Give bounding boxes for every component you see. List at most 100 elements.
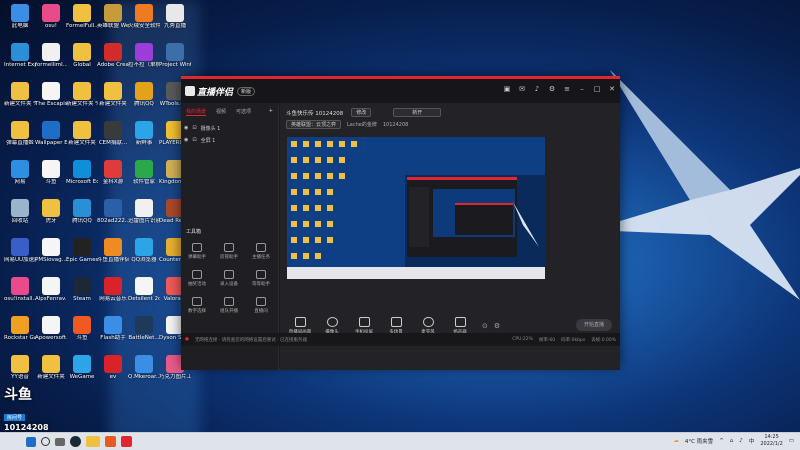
desktop-icon[interactable]: 火绒安全软件 — [128, 2, 160, 46]
volume-icon[interactable]: ♪ — [739, 438, 743, 444]
tool-danmu[interactable]: 弹幕助手 — [181, 243, 213, 260]
settings-icon[interactable]: ⚙ — [548, 85, 556, 93]
desktop-icon[interactable]: QQ浏览器 — [128, 236, 160, 280]
tool-admin[interactable]: 房管助手 — [213, 243, 245, 260]
desktop-icon[interactable]: 斗鱼直播伴侣 — [97, 236, 129, 280]
add-scene-button[interactable]: + — [269, 108, 273, 116]
edit-title-button[interactable]: 修改 — [351, 108, 372, 117]
tool-task[interactable]: 主播任务 — [245, 243, 277, 260]
maximize-icon[interactable]: □ — [593, 85, 601, 93]
record-icon[interactable]: ⊙ — [482, 322, 488, 330]
desktop-icon[interactable]: 802ad222... — [97, 197, 129, 241]
microphone-button[interactable]: 麦克风 — [416, 316, 440, 335]
desktop-icon[interactable]: BattleNet... — [128, 314, 160, 358]
input-language[interactable]: 中 — [749, 437, 755, 445]
close-icon[interactable]: ✕ — [608, 85, 616, 93]
desktop-icon[interactable]: 金科X游 — [97, 158, 129, 202]
category-button[interactable]: 新开 — [393, 108, 442, 117]
search-icon[interactable] — [41, 437, 50, 446]
multi-scene-button[interactable]: 多场景 — [384, 316, 408, 335]
desktop-icon[interactable]: formelliml... — [35, 41, 67, 85]
desktop-icon[interactable]: 回收站 — [4, 197, 36, 241]
bell-icon[interactable]: ♪ — [533, 85, 541, 93]
chevron-up-icon[interactable]: ^ — [719, 438, 724, 444]
version-badge[interactable]: 新版 — [237, 86, 256, 96]
desktop-icon[interactable]: 腾讯QQ — [128, 80, 160, 124]
stream-preview[interactable] — [287, 137, 545, 279]
message-icon[interactable]: ✉ — [518, 85, 526, 93]
desktop-icon[interactable]: Global — [66, 41, 98, 85]
desktop-icon[interactable]: AlpsFenrav... — [35, 275, 67, 319]
eye-icon[interactable]: ◉ — [184, 125, 188, 131]
lock-icon[interactable]: ⊡ — [192, 137, 196, 143]
desktop-icon[interactable]: FormelFull... — [66, 2, 98, 46]
weather-text[interactable]: 4°C 雨夹雪 — [685, 437, 713, 445]
desktop-icon[interactable]: 斗鱼 — [66, 314, 98, 358]
desktop-icon[interactable]: CEM捐献... — [97, 119, 129, 163]
network-icon[interactable]: ⌂ — [730, 438, 734, 444]
tab-options[interactable]: 可选项 — [236, 108, 251, 116]
desktop-icon[interactable]: Microsoft Edge — [66, 158, 98, 202]
clock[interactable]: 14:25 2022/1/2 — [760, 434, 782, 448]
desktop-icon[interactable]: 网易 — [4, 158, 36, 202]
desktop-icon[interactable]: 网易UU加速器 — [4, 236, 36, 280]
game-category[interactable]: 英雄联盟：云顶之弈 — [286, 120, 342, 129]
minimize-icon[interactable]: – — [578, 85, 586, 93]
start-stream-button[interactable]: 开始直播 — [576, 319, 612, 331]
desktop-icon[interactable]: 拉不拉（单机游戏修改器） — [128, 41, 160, 85]
desktop-icon[interactable]: 新建文件夹 — [97, 80, 129, 124]
desktop-icon[interactable]: 斗鱼 — [35, 158, 67, 202]
taskview-icon[interactable] — [55, 437, 65, 446]
desktop-icon[interactable]: 英雄联盟 WeGame版 — [97, 2, 129, 46]
desktop-icon[interactable]: Steam — [66, 275, 98, 319]
desktop-icon[interactable]: PMSiovag... — [35, 236, 67, 280]
desktop-icon[interactable]: Internet Explorer — [4, 41, 36, 85]
tool-device[interactable]: 录入设备 — [213, 270, 245, 287]
desktop-icon[interactable]: 网易云音乐 — [97, 275, 129, 319]
desktop-icon[interactable]: 虎牙 — [35, 197, 67, 241]
tool-room[interactable]: 直播间 — [245, 297, 277, 314]
desktop-icon[interactable]: 新建文件夹 — [66, 119, 98, 163]
desktop-icon[interactable]: osu!install... — [4, 275, 36, 319]
tool-team[interactable]: 组队开播 — [213, 297, 245, 314]
tab-my-scenes[interactable]: 我的场景 — [186, 108, 207, 116]
window-titlebar[interactable]: 直播伴侣 新版 ▣ ✉ ♪ ⚙ ≡ – □ ✕ — [181, 79, 620, 103]
desktop-icon[interactable]: Wallpaper Engine：... — [35, 119, 67, 163]
steam-taskbar-icon[interactable] — [70, 436, 81, 447]
settings-icon[interactable]: ⚙ — [494, 322, 500, 330]
desktop-icon[interactable]: Adobe Creati... — [97, 41, 129, 85]
gift-icon[interactable]: ▣ — [503, 85, 511, 93]
desktop-icon[interactable]: 新鲜事 — [128, 119, 160, 163]
desktop-icon[interactable]: WeGame — [66, 353, 98, 397]
lock-icon[interactable]: ⊡ — [192, 125, 196, 131]
desktop-icon[interactable]: 新建文件夹 %283%29 — [66, 80, 98, 124]
notification-icon[interactable]: ▭ — [789, 438, 794, 444]
desktop-icon[interactable]: 软件管家 — [128, 158, 160, 202]
desktop-icon[interactable]: 迅雷图片识别器 epic-bd06 — [128, 197, 160, 241]
desktop-icon[interactable]: 新建文件夹 %283%29 — [4, 80, 36, 124]
desktop-icon[interactable]: Rockstar Games Launcher — [4, 314, 36, 358]
camera-button[interactable]: 摄像头 — [320, 316, 344, 335]
douyu-taskbar-icon[interactable] — [121, 436, 132, 447]
tool-helper[interactable]: 等等助手 — [245, 270, 277, 287]
tab-video[interactable]: 视频 — [216, 108, 226, 116]
phone-cast-button[interactable]: 手机投屏 — [352, 316, 376, 335]
scene-item-fullscreen[interactable]: ◉ ⊡ 全屏 1 — [181, 134, 278, 146]
explorer-taskbar-icon[interactable] — [86, 436, 100, 447]
speaker-button[interactable]: 扬声器 — [448, 316, 472, 335]
tool-number[interactable]: 数字选择 — [181, 297, 213, 314]
desktop-icon[interactable]: Flash助手 — [97, 314, 129, 358]
tool-lottery[interactable]: 抽奖活动 — [181, 270, 213, 287]
desktop-icon[interactable]: Q.Mkeroar... — [128, 353, 160, 397]
start-icon[interactable] — [26, 436, 36, 447]
desktop-icon[interactable]: Detsilent 2d... — [128, 275, 160, 319]
desktop-icon[interactable]: 腾讯QQ — [66, 197, 98, 241]
desktop-icon[interactable]: Apowersoft... — [35, 314, 67, 358]
desktop-icon[interactable]: 弹幕直播姬 — [4, 119, 36, 163]
scene-item-camera[interactable]: ◉ ⊡ 摄像头 1 — [181, 122, 278, 134]
screen-capture-button[interactable]: 直播间画面 — [288, 316, 312, 335]
store-taskbar-icon[interactable] — [105, 436, 116, 447]
desktop-icon[interactable]: Epic Games Launcher — [66, 236, 98, 280]
desktop-icon[interactable]: osu! — [35, 2, 67, 46]
eye-icon[interactable]: ◉ — [184, 137, 188, 143]
